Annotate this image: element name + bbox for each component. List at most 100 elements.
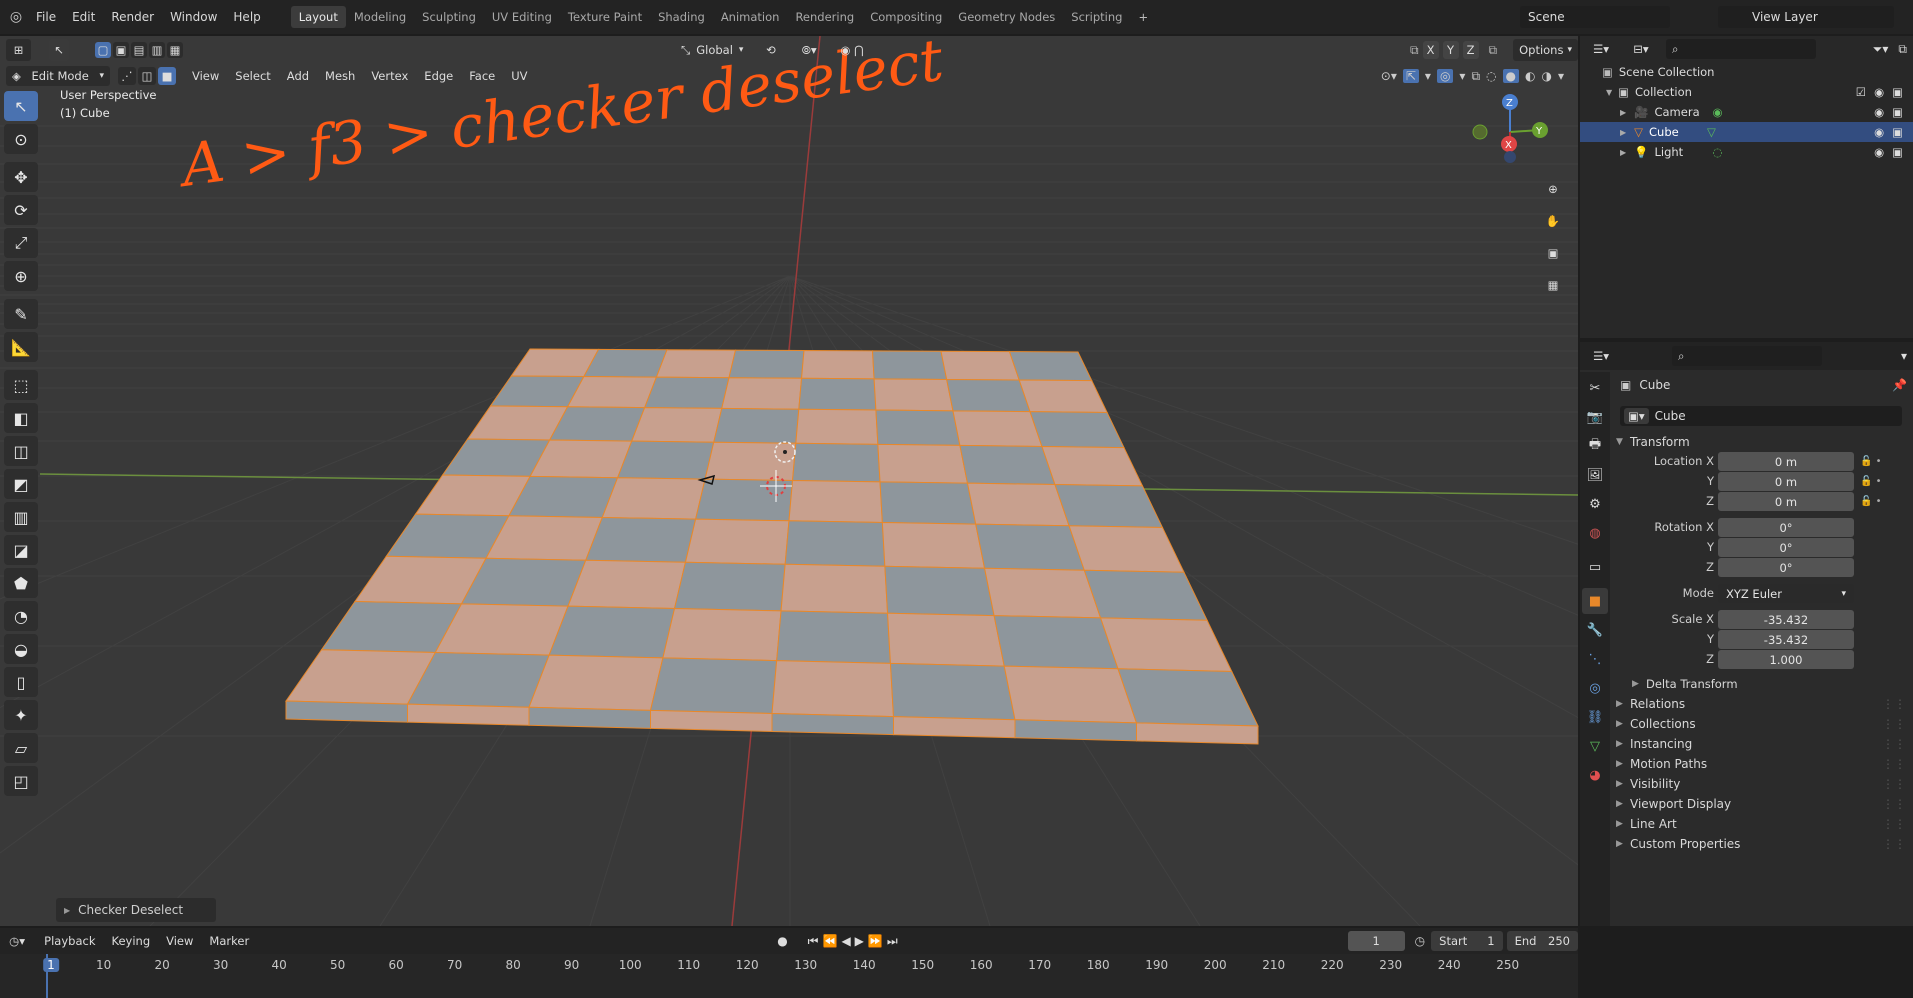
mesh-face[interactable]: [780, 563, 889, 614]
blender-logo-icon[interactable]: ◎: [4, 5, 28, 29]
overlay-icon[interactable]: ◎: [1436, 69, 1454, 83]
viewport-menu-item[interactable]: View: [184, 69, 227, 83]
panel-header-viewport-display[interactable]: ▶ Viewport Display ⋮⋮: [1616, 794, 1906, 814]
edge-slide-tool-icon[interactable]: ▯: [4, 667, 38, 697]
material-shading-icon[interactable]: ◐: [1525, 69, 1535, 83]
eye-icon[interactable]: ◉: [1874, 85, 1884, 99]
delta-transform-header[interactable]: ▶ Delta Transform: [1632, 674, 1738, 694]
workspace-tab[interactable]: Rendering: [787, 6, 862, 28]
mesh-face[interactable]: [713, 407, 800, 444]
material-tab-icon[interactable]: ◕: [1582, 762, 1608, 788]
select-subtract-icon[interactable]: ▤: [131, 42, 148, 58]
rotate-tool-icon[interactable]: ⟳: [4, 195, 38, 225]
drag-handle-icon[interactable]: ⋮⋮: [1882, 837, 1906, 851]
viewport-menu-item[interactable]: UV: [503, 69, 535, 83]
viewport-menu-item[interactable]: Mesh: [317, 69, 363, 83]
mesh-face[interactable]: [601, 477, 706, 520]
outliner-row-cube[interactable]: ▶ ▽ Cube ▽ ◉ ▣: [1580, 122, 1913, 142]
mesh-face[interactable]: [871, 350, 948, 380]
viewport-menu-item[interactable]: Face: [461, 69, 503, 83]
mesh-face[interactable]: [791, 442, 881, 483]
mirror-z[interactable]: Z: [1462, 41, 1479, 59]
shrink-fatten-tool-icon[interactable]: ✦: [4, 700, 38, 730]
display-mode-icon[interactable]: ⊟▾: [1626, 39, 1656, 59]
mesh-side-face[interactable]: [893, 716, 1016, 739]
outliner-row-collection[interactable]: ▼ ▣ Collection ☑ ◉ ▣: [1580, 82, 1913, 102]
view-layer-selector[interactable]: View Layer: [1718, 6, 1894, 28]
scale-tool-icon[interactable]: ⤢: [4, 228, 38, 258]
drag-handle-icon[interactable]: ⋮⋮: [1882, 777, 1906, 791]
move-tool-icon[interactable]: ✥: [4, 162, 38, 192]
outliner-row-camera[interactable]: ▶ 🎥 Camera ◉ ◉ ▣: [1580, 102, 1913, 122]
outliner-row-scene-collection[interactable]: ▣ Scene Collection: [1580, 62, 1913, 82]
mesh-face[interactable]: [879, 481, 977, 525]
jump-key-back-icon[interactable]: ⏪: [822, 934, 837, 948]
particles-tab-icon[interactable]: ⋱: [1582, 646, 1608, 672]
chevron-down-icon[interactable]: ▾: [1459, 69, 1465, 83]
chevron-down-icon[interactable]: ▾: [1425, 69, 1431, 83]
render-tab-icon[interactable]: 📷: [1582, 404, 1608, 430]
mirror-x[interactable]: X: [1422, 41, 1439, 59]
options-dropdown[interactable]: Options ▾: [1513, 39, 1578, 61]
workspace-tab[interactable]: Geometry Nodes: [950, 6, 1063, 28]
viewport-menu-item[interactable]: Add: [279, 69, 317, 83]
mesh-face[interactable]: [940, 350, 1020, 381]
mesh-face[interactable]: [959, 444, 1056, 486]
panel-header-relations[interactable]: ▶ Relations ⋮⋮: [1616, 694, 1906, 714]
mesh-face[interactable]: [583, 348, 668, 378]
mesh-face[interactable]: [704, 441, 797, 481]
transform-panel-header[interactable]: ▼ Transform: [1616, 432, 1690, 452]
timeline-menu-item[interactable]: Keying: [103, 934, 158, 948]
transform-tool-icon[interactable]: ⊕: [4, 261, 38, 291]
start-frame-field[interactable]: Start 1: [1431, 931, 1503, 951]
location-y-field[interactable]: 0 m: [1718, 472, 1854, 491]
new-collection-icon[interactable]: ⧉: [1898, 42, 1907, 57]
constraints-tab-icon[interactable]: ⛓: [1582, 704, 1608, 730]
filter-icon[interactable]: ⏷▾: [1873, 42, 1889, 57]
face-select-icon[interactable]: ■: [158, 67, 176, 85]
drag-handle-icon[interactable]: ⋮⋮: [1882, 757, 1906, 771]
xray-icon[interactable]: ⧉: [1471, 69, 1480, 84]
location-x-field[interactable]: 0 m: [1718, 452, 1854, 471]
annotate-tool-icon[interactable]: ✎: [4, 299, 38, 329]
current-frame-field[interactable]: 1: [1347, 931, 1405, 951]
mesh-face[interactable]: [728, 349, 805, 379]
panel-header-instancing[interactable]: ▶ Instancing ⋮⋮: [1616, 734, 1906, 754]
add-cube-tool-icon[interactable]: ⬚: [4, 370, 38, 400]
solid-shading-icon[interactable]: ●: [1502, 69, 1519, 83]
editor-type-icon[interactable]: ⊞: [6, 39, 32, 61]
object-datablock-icon[interactable]: ▣▾: [1624, 408, 1649, 424]
rip-tool-icon[interactable]: ◰: [4, 766, 38, 796]
cursor-tool-icon[interactable]: ⊙: [4, 124, 38, 154]
data-camera-icon[interactable]: ◉: [1712, 105, 1722, 119]
menu-item[interactable]: Render: [103, 10, 162, 24]
smooth-tool-icon[interactable]: ◒: [4, 634, 38, 664]
visibility-icon[interactable]: ⊙▾: [1381, 69, 1397, 83]
scale-y-field[interactable]: -35.432: [1718, 630, 1854, 649]
drag-handle-icon[interactable]: ⋮⋮: [1882, 737, 1906, 751]
pin-icon[interactable]: 📌: [1892, 378, 1907, 392]
operator-panel[interactable]: ▶ Checker Deselect: [56, 898, 216, 922]
panel-header-collections[interactable]: ▶ Collections ⋮⋮: [1616, 714, 1906, 734]
workspace-tab[interactable]: UV Editing: [484, 6, 560, 28]
rendered-shading-icon[interactable]: ◑: [1541, 69, 1551, 83]
menu-item[interactable]: File: [28, 10, 64, 24]
loop-cut-tool-icon[interactable]: ▥: [4, 502, 38, 532]
mesh-side-face[interactable]: [650, 709, 773, 733]
eye-icon[interactable]: ◉: [1874, 125, 1884, 139]
mesh-face[interactable]: [694, 478, 794, 522]
drag-handle-icon[interactable]: ⋮⋮: [1882, 797, 1906, 811]
mesh-face[interactable]: [662, 608, 782, 662]
mesh-side-face[interactable]: [1014, 719, 1137, 742]
editor-type-icon[interactable]: ☰▾: [1586, 39, 1616, 59]
mesh-face[interactable]: [884, 565, 995, 617]
camera-render-icon[interactable]: ▣: [1892, 85, 1903, 99]
mesh-face[interactable]: [946, 378, 1031, 413]
panel-header-visibility[interactable]: ▶ Visibility ⋮⋮: [1616, 774, 1906, 794]
select-box-tool-icon[interactable]: ↖: [4, 91, 38, 121]
jump-start-icon[interactable]: ⏮: [808, 934, 819, 949]
viewport-menu-item[interactable]: Select: [227, 69, 278, 83]
record-icon[interactable]: ●: [777, 934, 787, 948]
extrude-tool-icon[interactable]: ◧: [4, 403, 38, 433]
data-light-icon[interactable]: ◌: [1712, 145, 1722, 159]
